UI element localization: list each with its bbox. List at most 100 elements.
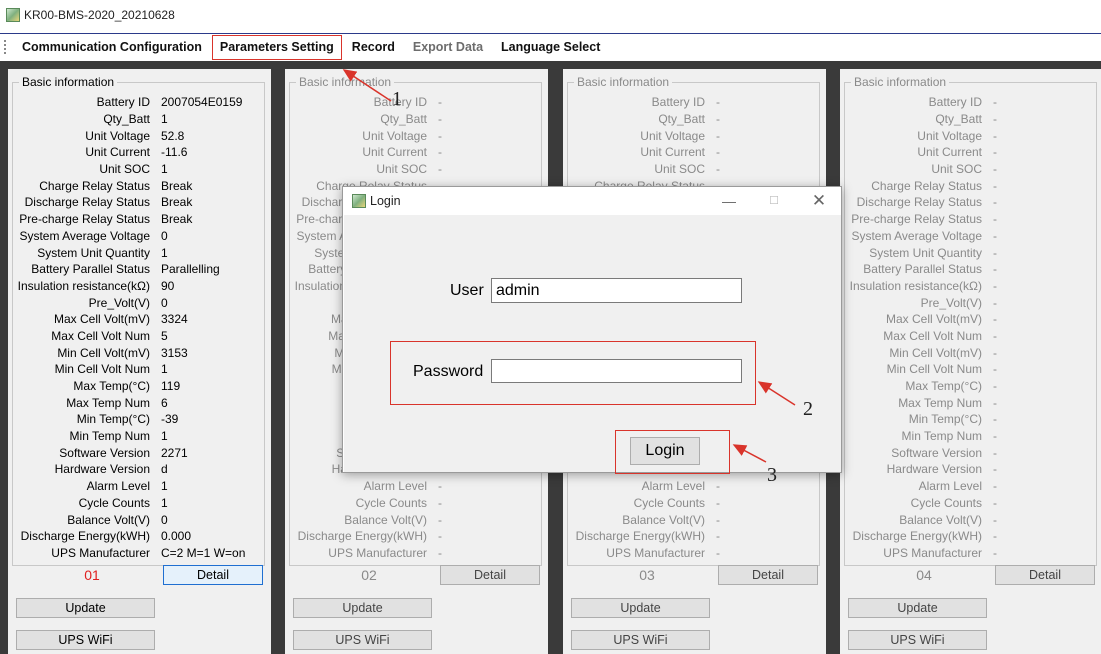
info-row: Max Cell Volt Num 5: [13, 328, 264, 345]
info-value: -: [993, 262, 997, 277]
info-label: Battery ID: [96, 95, 150, 110]
info-label: Balance Volt(V): [899, 512, 982, 527]
menu-bar: Communication Configuration Parameters S…: [0, 33, 1101, 60]
info-row: Cycle Counts -: [845, 495, 1096, 512]
info-label: Cycle Counts: [633, 495, 705, 510]
info-row: Max Temp(°C)-: [845, 378, 1096, 395]
update-button[interactable]: Update: [571, 598, 710, 618]
info-row: Pre_Volt(V)-: [845, 294, 1096, 311]
info-value: 0: [161, 295, 168, 310]
info-value: -: [993, 379, 997, 394]
info-label: System Average Voltage: [19, 228, 150, 243]
info-value: -: [438, 512, 442, 527]
menu-grip-icon: [4, 40, 6, 54]
password-label: Password: [413, 363, 484, 380]
info-value: -: [993, 412, 997, 427]
info-label: Min Cell Volt(mV): [57, 345, 150, 360]
info-label: Battery Parallel Status: [31, 262, 150, 277]
menu-parameters-setting[interactable]: Parameters Setting: [211, 34, 343, 61]
menu-communication-configuration[interactable]: Communication Configuration: [13, 34, 211, 61]
info-row: Qty_Batt -: [568, 111, 819, 128]
group-title: Basic information: [296, 75, 395, 89]
info-row: Max Cell Volt Num-: [845, 328, 1096, 345]
info-value: 2007054E0159: [161, 95, 243, 110]
basic-information-group: Basic information Battery ID 2007054E0159 Q…: [12, 75, 265, 566]
info-row: Cycle Counts 1: [13, 495, 264, 512]
info-rows: Battery ID 2007054E0159 Qty_Batt 1 Unit Volt…: [13, 94, 264, 561]
info-label: Discharge Energy(kWH): [575, 529, 705, 544]
user-input[interactable]: [491, 278, 742, 303]
info-value: 0: [161, 228, 168, 243]
info-row: Unit SOC -: [845, 161, 1096, 178]
login-button[interactable]: Login: [630, 437, 700, 465]
update-button[interactable]: Update: [293, 598, 432, 618]
group-title: Basic information: [851, 75, 950, 89]
info-value: -: [716, 95, 720, 110]
info-row: Software Version-: [845, 444, 1096, 461]
info-label: Max Temp(°C): [905, 379, 982, 394]
password-input[interactable]: [491, 359, 742, 383]
info-label: Min Temp Num: [901, 429, 982, 444]
info-value: -: [993, 445, 997, 460]
update-button[interactable]: Update: [848, 598, 987, 618]
annotation-number-3: 3: [767, 464, 777, 486]
info-row: Unit Voltage 52.8: [13, 127, 264, 144]
info-value: -: [716, 512, 720, 527]
info-label: Min Temp Num: [69, 429, 150, 444]
info-value: d: [161, 462, 168, 477]
info-value: -: [438, 128, 442, 143]
info-label: Balance Volt(V): [622, 512, 705, 527]
info-row: Software Version 2271: [13, 444, 264, 461]
info-value: -: [993, 362, 997, 377]
info-value: Break: [161, 212, 193, 227]
info-row: Hardware Version d: [13, 461, 264, 478]
ups-wifi-button[interactable]: UPS WiFi: [16, 630, 155, 650]
group-title: Basic information: [574, 75, 673, 89]
ups-wifi-button[interactable]: UPS WiFi: [571, 630, 710, 650]
login-dialog-titlebar: Login — ☐ ✕: [343, 187, 841, 215]
info-value: -: [993, 429, 997, 444]
info-label: UPS Manufacturer: [606, 545, 705, 560]
panel-number: 04: [916, 567, 932, 583]
panel-number: 01: [84, 567, 100, 583]
info-value: -: [993, 312, 997, 327]
info-value: -: [993, 479, 997, 494]
info-value: 1: [161, 245, 168, 260]
menu-language-select[interactable]: Language Select: [492, 34, 609, 61]
ups-wifi-button[interactable]: UPS WiFi: [293, 630, 432, 650]
info-row: Max Temp Num-: [845, 394, 1096, 411]
menu-record[interactable]: Record: [343, 34, 404, 61]
info-row: Alarm Level -: [290, 478, 541, 495]
info-label: Battery ID: [928, 95, 982, 110]
minimize-icon[interactable]: —: [714, 191, 744, 211]
info-row: Min Temp Num 1: [13, 428, 264, 445]
info-label: Cycle Counts: [78, 495, 150, 510]
login-dialog-body: User Password Login: [344, 215, 841, 474]
info-label: Unit Voltage: [85, 128, 150, 143]
ups-wifi-button[interactable]: UPS WiFi: [848, 630, 987, 650]
detail-button[interactable]: Detail: [995, 565, 1095, 585]
info-value: 119: [161, 379, 181, 394]
update-button[interactable]: Update: [16, 598, 155, 618]
info-value: -: [993, 162, 997, 177]
info-label: Unit Voltage: [917, 128, 982, 143]
info-label: Alarm Level: [641, 479, 705, 494]
info-value: 1: [161, 162, 168, 177]
info-label: Qty_Batt: [935, 112, 982, 127]
info-label: Discharge Relay Status: [856, 195, 982, 210]
info-row: Cycle Counts -: [568, 495, 819, 512]
detail-button[interactable]: Detail: [718, 565, 818, 585]
info-value: -: [716, 495, 720, 510]
info-row: Unit Voltage -: [568, 127, 819, 144]
info-row: Alarm Level 1: [13, 478, 264, 495]
info-value: -: [993, 512, 997, 527]
detail-button[interactable]: Detail: [163, 565, 263, 585]
info-label: Unit Current: [917, 145, 982, 160]
info-label: Min Cell Volt Num: [886, 362, 982, 377]
app-icon: [352, 194, 366, 208]
close-icon[interactable]: ✕: [804, 191, 834, 211]
info-row: UPS Manufacturer C=2 M=1 W=on: [13, 545, 264, 562]
detail-button[interactable]: Detail: [440, 565, 540, 585]
info-row: Balance Volt(V) -: [845, 511, 1096, 528]
info-label: Unit SOC: [376, 162, 427, 177]
